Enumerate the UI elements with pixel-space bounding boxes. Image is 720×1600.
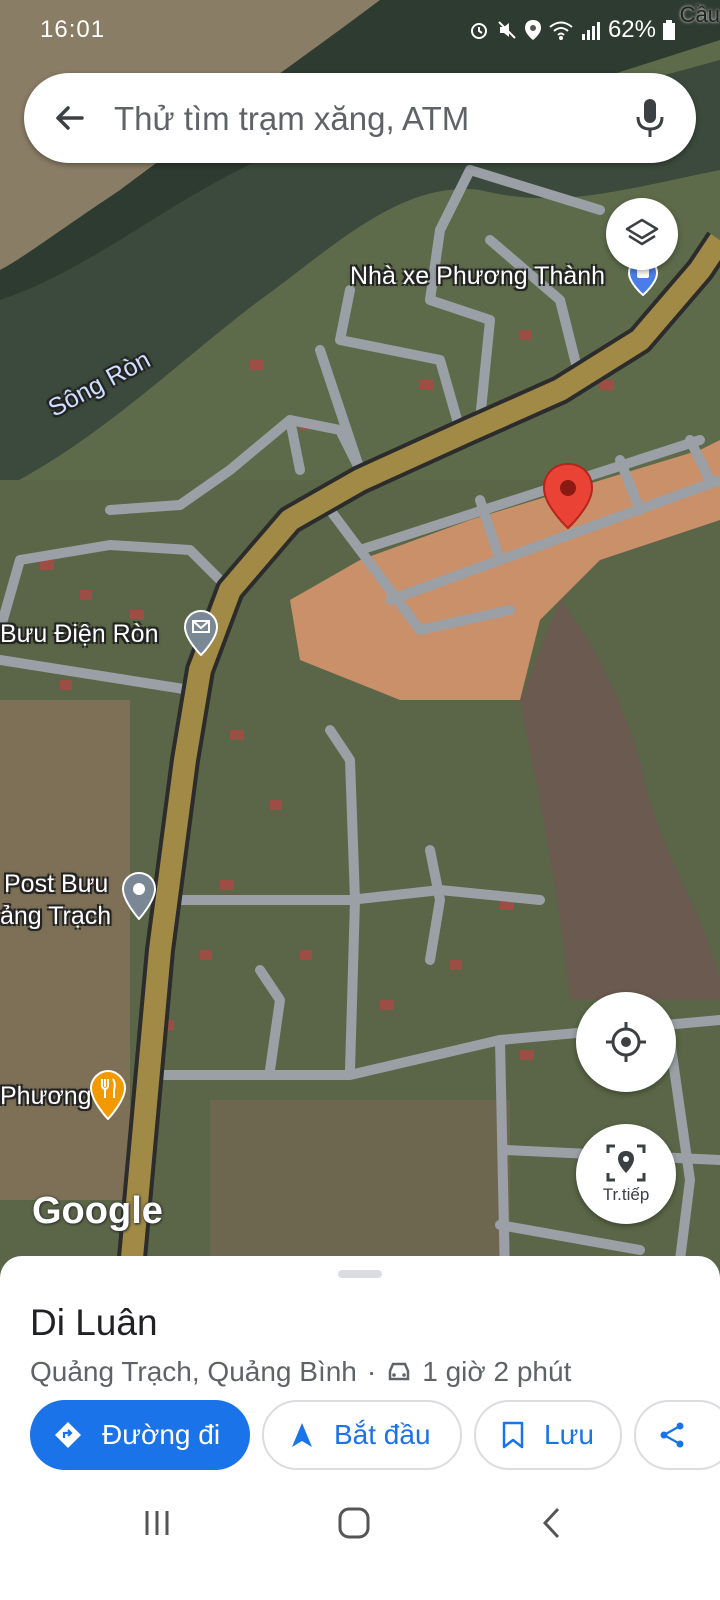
status-icons: 62% [468, 16, 676, 44]
bookmark-icon [502, 1421, 524, 1449]
location-status-icon [524, 20, 541, 40]
drag-handle[interactable] [338, 1270, 382, 1278]
drive-time: 1 giờ 2 phút [422, 1356, 572, 1387]
alarm-icon [470, 23, 487, 39]
poi-label: Nhà xe Phương Thành [350, 262, 606, 290]
save-label: Lưu [544, 1419, 594, 1450]
system-nav-bar [0, 1490, 720, 1600]
start-button[interactable]: Bắt đầu [262, 1400, 462, 1470]
home-icon[interactable] [337, 1506, 371, 1540]
poi-label: Phương [0, 1082, 92, 1110]
directions-label: Đường đi [102, 1419, 221, 1450]
wifi-icon [549, 21, 573, 40]
continue-label: Tr.tiếp [602, 1185, 650, 1204]
save-button[interactable]: Lưu [474, 1400, 622, 1470]
share-button[interactable] [634, 1400, 720, 1470]
search-bar[interactable] [24, 73, 696, 163]
navigation-frame-icon [606, 1144, 646, 1182]
separator: · [366, 1356, 377, 1387]
my-location-button[interactable] [576, 992, 676, 1092]
navigation-arrow-icon [292, 1423, 312, 1447]
battery-icon [663, 20, 675, 40]
restaurant-pin-icon [90, 1070, 126, 1120]
layers-icon [625, 218, 659, 246]
car-icon [388, 1362, 410, 1381]
mail-pin-icon [184, 610, 218, 656]
battery-percent: 62% [607, 16, 656, 43]
search-input[interactable] [112, 93, 616, 145]
my-location-icon [606, 1022, 646, 1062]
layers-button[interactable] [606, 198, 678, 270]
place-subtitle: Quảng Trạch, Quảng Bình · 1 giờ 2 phút [30, 1356, 571, 1388]
red-location-marker[interactable] [542, 462, 594, 530]
status-bar: 16:01 62% Cầu [0, 0, 720, 60]
directions-button[interactable]: Đường đi [30, 1400, 250, 1470]
status-time: 16:01 [40, 16, 106, 43]
mute-icon [498, 21, 516, 39]
share-icon [660, 1422, 684, 1448]
location-pin-icon [122, 872, 156, 920]
place-region: Quảng Trạch, Quảng Bình [30, 1356, 357, 1387]
microphone-icon[interactable] [634, 97, 666, 139]
map-corner-label: Cầu [679, 2, 720, 27]
google-attribution: Google [32, 1190, 163, 1232]
start-label: Bắt đầu [334, 1419, 431, 1450]
place-name: Di Luân [30, 1302, 158, 1343]
poi-label-line2: ảng Trạch [0, 902, 112, 930]
back-nav-icon[interactable] [540, 1506, 562, 1540]
directions-icon [55, 1422, 81, 1448]
continue-navigation-button[interactable]: Tr.tiếp [576, 1124, 676, 1224]
poi-label: Bưu Điện Ròn [0, 620, 159, 648]
recent-apps-icon[interactable] [142, 1508, 172, 1538]
poi-label-line1: Post Bưu [4, 870, 109, 898]
signal-icon [581, 22, 600, 40]
back-arrow-icon[interactable] [52, 100, 88, 136]
